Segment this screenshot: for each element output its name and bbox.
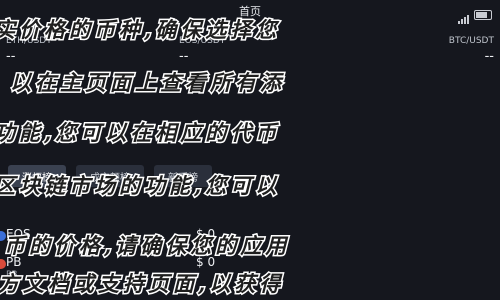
overlay-text-line: 以在主页面上查看所有添 xyxy=(10,69,285,97)
overlay-text-line: 实价格的币种,确保选择您 xyxy=(0,16,281,44)
overlay-text-line: 方文档或支持页面,以获得 xyxy=(0,270,285,298)
overlay-text-line: 功能,您可以在相应的代币 xyxy=(0,119,281,147)
ticker-price: -- xyxy=(484,49,494,64)
overlay-text-line: 币的价格,请确保您的应用 xyxy=(4,232,291,260)
overlay-text-line: 区块链市场的功能,您可以 xyxy=(0,172,281,200)
ticker-price: -- xyxy=(6,49,16,64)
ticker-price: -- xyxy=(179,49,189,64)
